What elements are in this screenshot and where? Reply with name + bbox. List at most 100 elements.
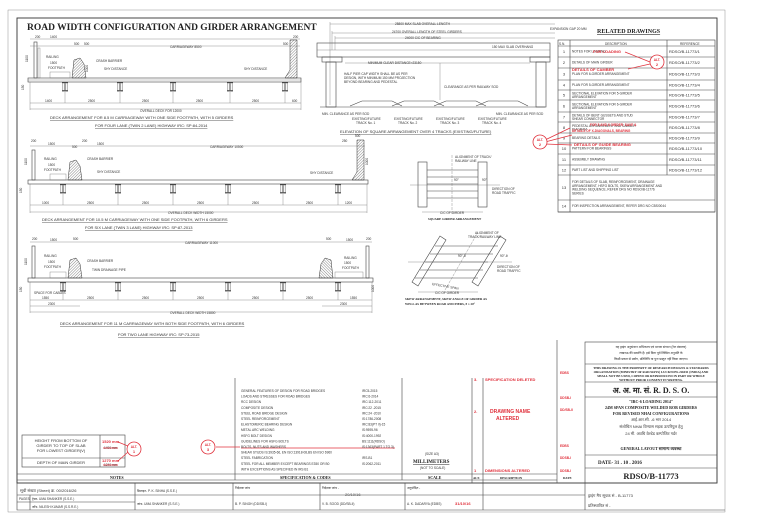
- spec-item: ELASTOMERIC BEARING DESIGN: [241, 423, 293, 427]
- related-red-notes-r9: DETAILS OF X-DIAGONALS, BEARING: [572, 129, 631, 133]
- decks-1-overall: OVERALL DECK WIDTH 15000: [168, 211, 214, 215]
- decks-1-dims-0: 1000: [42, 201, 49, 205]
- spec-line: COMPOSITE DESIGN IRC:22 -2015: [241, 406, 381, 410]
- decks-0-labels-shy-right: SHY DISTANCE: [244, 67, 267, 71]
- alterations-items-2-desc-0: DIMENSIONS ALTERED: [485, 468, 530, 473]
- spec-code: IS:2062-2011: [362, 462, 381, 466]
- spec-line: STEEL FOR ALL MEMBER EXCEPT BEARINGS E35…: [241, 462, 381, 466]
- decks-2-top-dims-5: 200: [366, 237, 372, 241]
- spec-item: RCC DESIGN: [241, 400, 262, 404]
- title-block-notice-en-3: WITHOUT PRIOR CONSENT IN WRITING.: [619, 378, 683, 382]
- spec-item: STEEL FABRICATION: [241, 456, 274, 460]
- scale-unit: MILLIMETERS: [413, 460, 450, 465]
- row-reference: RDSO/B-11773/5: [669, 92, 701, 97]
- plan-square-caption: SQUARE GIRDER ARRANGEMENT: [428, 217, 482, 221]
- signatures-checker: जाँच- NILESH KUMAR (S.S.R.E.): [32, 505, 78, 509]
- row-sn: 9: [563, 135, 566, 140]
- decks-1-top-dims-4: 1500: [97, 142, 104, 146]
- row-reference: RDSO/B-11773/10: [669, 146, 703, 151]
- spec-code: IRC:22 -2015: [362, 406, 381, 410]
- related-drawing-row: 6 SECTIONAL ELEVATION FOR 6-GIRDERARRANGE…: [563, 102, 701, 110]
- decks-1-dims-3: 2500: [197, 201, 204, 205]
- signatures-director2: V. B. SOOD (DD/SB-II): [322, 502, 354, 506]
- elevation-min-clear-left: MIN. CLEARANCE AS PER SOD: [322, 112, 370, 116]
- spec-item: STEEL ROAD BRIDGE DESIGN: [241, 411, 288, 415]
- alterations-items-1-desc-1: ALTERED: [496, 416, 520, 422]
- alterations-header-date: DATE: [563, 476, 572, 480]
- spec-code: IRC:112-2011: [362, 400, 382, 404]
- scale-size: (SIZE A3): [425, 452, 439, 456]
- square-girder-plan: ALIGNMENT OF TRACK/ RAILWAY LINE 90° 90°…: [410, 155, 516, 221]
- alterations-dates-3: EDBS: [560, 444, 569, 448]
- girder-box-depth-label: DEPTH OF MAIN GIRDER: [37, 460, 85, 465]
- spec-item: BOLTS, NUTS AND WASHERS: [241, 445, 286, 449]
- signatures-approved-label: अनुमोदित -: [407, 486, 420, 490]
- related-headers-1: DESCRIPTION: [605, 42, 627, 46]
- decks-1-top-dims-0: 200: [31, 139, 37, 143]
- title-block: यह ड्राइंग अनुसंधान अभिकल्प एवं मानक संग…: [584, 341, 718, 508]
- plan-skew-angle-r: 90°-θ: [500, 254, 508, 258]
- decks-1-caption: DECK ARRANGEMENT FOR 10.5 M CARRIAGEWAY …: [42, 217, 228, 222]
- spec-item: COMPOSITE DESIGN: [241, 406, 274, 410]
- alt-3-mark: ALT. 3: [200, 439, 216, 455]
- elevation-min-clear-right: MIN. CLEARANCE AS PER SOD: [496, 112, 544, 116]
- title-block-layout: GENERAL LAYOUT सामान्य व्यवस्था: [621, 446, 683, 451]
- decks-2-dims-1: 2500: [87, 296, 94, 300]
- row-description: WELDING SEQUENCE, REFER DRG NO RDSO/B-11…: [572, 188, 655, 192]
- decks-2-labels-crash-barrier: CRASH BARRIER: [87, 259, 114, 263]
- row-reference: RDSO/B-11773/2: [669, 60, 701, 65]
- title-block-notice-hi-1: लखनऊ की सम्पत्ति है। इसे बिना पूर्व लिखि…: [619, 351, 683, 355]
- alterations-items-0-no: 3.: [474, 377, 477, 382]
- decks-1-labels-shy: SHY DISTANCE: [97, 170, 120, 174]
- deck-section-3: 200 1500 500 500 1500 200 CARRIAGEWAY 11…: [19, 237, 375, 337]
- elevation-tracks-3-l2: TRACK No. 4: [482, 121, 502, 125]
- elevation-dim3: 24000 C/C OF BEARING: [405, 36, 441, 40]
- elevation-clear: MINIMUM CLEAR DISTANCE=23150: [368, 61, 422, 65]
- row-sn: 2: [563, 60, 566, 65]
- decks-2-labels-footpath-dim-r: 1500: [344, 261, 351, 265]
- title-block-notice-hi-2: किसी प्रकार से प्रयोग, प्रतिलिपि या पुनः…: [614, 357, 688, 361]
- decks-2-dims-4: 2500: [252, 296, 259, 300]
- row-sn: 8: [563, 125, 566, 130]
- signatures-sheet: सूची संख्या (Sheet) क्र. 00/2016/26: [20, 488, 77, 494]
- decks-0-top-dims-2: 500: [74, 42, 80, 46]
- plan-skew-cc: C/C OF GIRDER: [435, 291, 460, 295]
- decks-0-overall: OVERALL DECK FOR 12000: [140, 109, 182, 113]
- spec-item: WITH EXCEPTIONS AS SPECIFIED IN IRS B1: [241, 467, 309, 471]
- decks-0-labels-footpath: FOOTPATH: [48, 66, 66, 70]
- decks-0-labels-right-h: 1000: [85, 65, 89, 72]
- alterations-items-1-desc-0: DRAWING NAME: [490, 409, 531, 415]
- title-block-hi2: संशोधित NHAI विन्यास सड़क ऊपरिपुल हेतु: [619, 424, 683, 430]
- decks-0-dims-0: 1400: [45, 99, 52, 103]
- decks-1-top-dims-6: 500: [355, 134, 361, 138]
- alterations-header-desc: DESCRIPTION: [500, 476, 523, 480]
- signatures-tracer: ट्रेसर- UMA SHANKER (S.S.E.): [32, 497, 75, 501]
- row-description: FOR INSPECTION ARRANGEMENT, REFER DRG NO…: [572, 204, 666, 208]
- decks-1-caption2: FOR SIX LANE (TWIN 3 LANE) HIGHWAY IRC: …: [85, 225, 193, 230]
- elevation-caption: ELEVATION OF SQUARE ARRANGEMENT OVER 4 T…: [340, 129, 492, 134]
- row-description: PLAN FOR 6-GIRDER ARRANGEMENT: [572, 72, 630, 76]
- row-sn: 13: [562, 185, 567, 190]
- spec-line: METAL ARC WELDING IS:9595-96: [241, 428, 378, 432]
- decks-1-dims-5: 2500: [306, 201, 313, 205]
- row-description: SHEAR CONNECTOR: [572, 117, 605, 121]
- row-description: PATTERN FOR BEARINGS: [572, 147, 611, 151]
- decks-2-dims-2: 2500: [142, 296, 149, 300]
- row-reference: RDSO/B-11773/11: [669, 157, 703, 162]
- decks-0-labels-railing: RAILING: [46, 55, 59, 59]
- plan-square-direction-1: ROAD TRAFFIC: [492, 191, 516, 195]
- row-reference: RDSO/B-11773/7: [669, 114, 701, 119]
- decks-0-labels-crash-barrier: CRASH BARRIER: [96, 59, 123, 63]
- alt-2-mark: ALT. 2: [649, 54, 665, 70]
- decks-2-sub-dims-1: 2300: [340, 302, 347, 306]
- decks-2-labels-height: 1100: [24, 258, 28, 265]
- decks-2-labels-footpath: FOOTPATH: [44, 265, 62, 269]
- decks-2-top-dims-4: 1500: [346, 238, 353, 242]
- decks-2-top-dims-0: 200: [32, 237, 38, 241]
- decks-2-top-dims-2: 500: [73, 237, 79, 241]
- related-drawings-title: RELATED DRAWINGS: [597, 29, 661, 35]
- signatures-director-label: निदेशक जांच: [235, 486, 251, 490]
- plan-square-cc: C/C OF GIRDER: [440, 211, 465, 215]
- decks-0-top-dims-1: 1400: [50, 35, 57, 39]
- spec-code: IS:9595-96: [362, 428, 378, 432]
